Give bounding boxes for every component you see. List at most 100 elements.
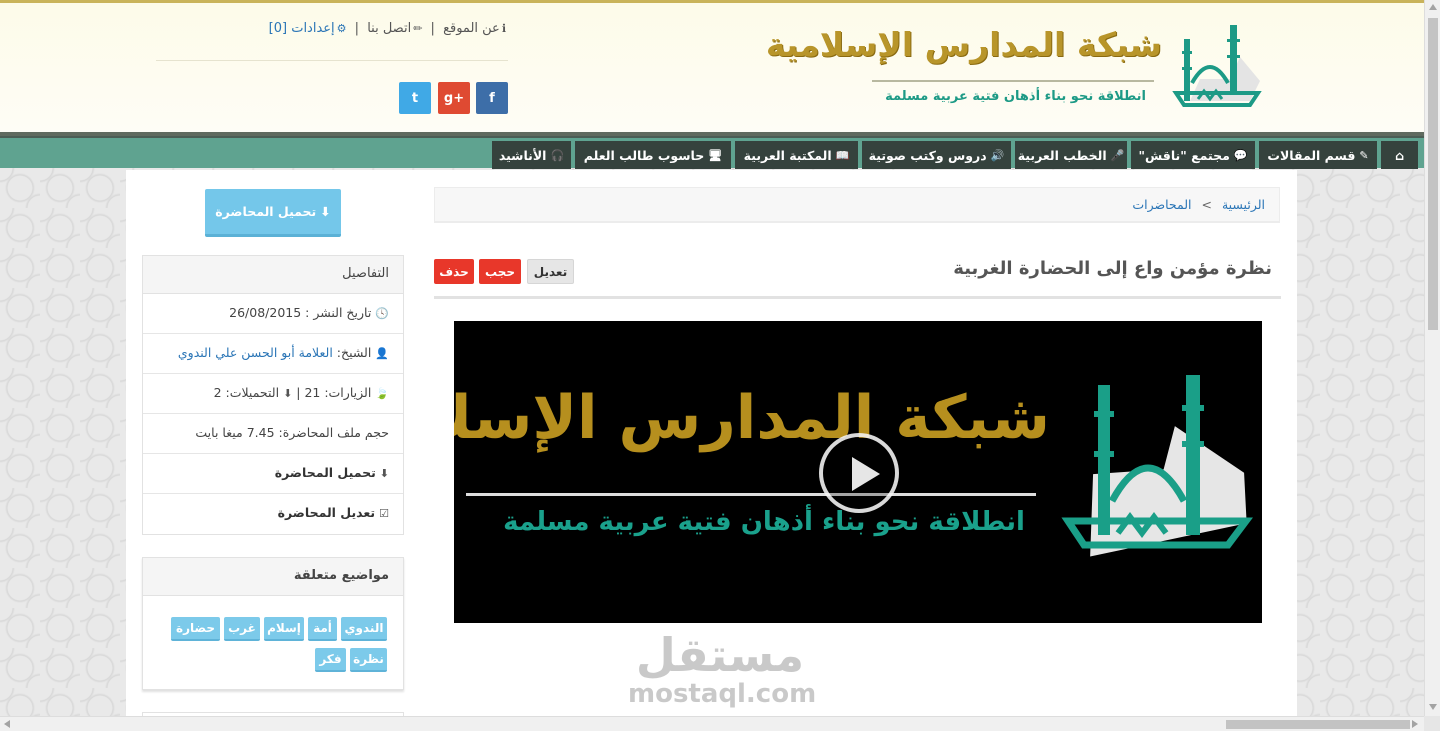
edit-button[interactable]: تعديل xyxy=(527,259,574,284)
breadcrumb-separator: > xyxy=(1201,197,1212,212)
delete-button[interactable]: حذف xyxy=(434,259,474,284)
googleplus-button[interactable]: g+ xyxy=(438,82,470,114)
scroll-up-icon[interactable] xyxy=(1429,4,1437,10)
watermark: مستقل mostaql.com xyxy=(628,628,817,709)
video-logo-icon xyxy=(1061,375,1253,557)
site-header: شبكة المدارس الإسلامية انطلاقة نحو بناء … xyxy=(0,0,1424,136)
tag[interactable]: غرب xyxy=(224,617,260,641)
play-button-icon[interactable] xyxy=(819,433,899,513)
twitter-icon: t xyxy=(411,90,419,106)
edit-lecture-link[interactable]: تعديل المحاضرة xyxy=(278,505,375,520)
tag[interactable]: نظرة xyxy=(350,648,387,672)
vertical-scrollbar[interactable] xyxy=(1424,0,1440,716)
horizontal-scroll-thumb[interactable] xyxy=(1226,720,1410,729)
nav-home[interactable]: ⌂ xyxy=(1381,141,1418,169)
nav-item-label: حاسوب طالب العلم xyxy=(583,147,705,163)
browser-viewport: شبكة المدارس الإسلامية انطلاقة نحو بناء … xyxy=(0,0,1424,716)
download-icon: ⬇ xyxy=(320,204,331,219)
horizontal-scrollbar[interactable] xyxy=(0,716,1424,731)
sheikh-link[interactable]: العلامة أبو الحسن علي الندوي xyxy=(178,345,333,360)
nav-item-student-computer[interactable]: 🖥 حاسوب طالب العلم xyxy=(575,141,731,169)
scroll-right-icon[interactable] xyxy=(1412,720,1418,728)
stats-row: 🍃الزيارات: 21 | ⬇التحميلات: 2 xyxy=(143,374,403,414)
nav-item-community[interactable]: 💬 مجتمع "ناقش" xyxy=(1131,141,1255,169)
settings-link[interactable]: إعدادات [0] xyxy=(269,21,335,36)
nav-item-sermons[interactable]: 🎤 الخطب العربية xyxy=(1015,141,1127,169)
details-panel: التفاصيل 🕓تاريخ النشر : 26/08/2015 👤الشي… xyxy=(142,255,404,535)
user-icon: 👤 xyxy=(375,347,389,360)
nav-item-label: المكتبة العربية xyxy=(743,147,832,163)
facebook-icon: f xyxy=(489,90,495,106)
scroll-left-icon[interactable] xyxy=(4,720,10,728)
breadcrumb-current[interactable]: المحاضرات xyxy=(1132,197,1191,212)
nav-item-library[interactable]: 📖 المكتبة العربية xyxy=(735,141,858,169)
nav-item-audio-lessons[interactable]: 🔊 دروس وكتب صوتية xyxy=(862,141,1011,169)
info-icon: ℹ xyxy=(501,22,506,35)
top-links-separator: | xyxy=(430,21,435,36)
watermark-latin: mostaql.com xyxy=(628,679,817,709)
header-divider xyxy=(156,60,508,61)
sheikh-label: الشيخ: xyxy=(332,345,372,360)
tag[interactable]: فكر xyxy=(315,648,346,672)
top-links: ℹعن الموقع | ✏اتصل بنا | ⚙إعدادات [0] xyxy=(269,21,506,36)
scrollbar-corner xyxy=(1424,716,1440,731)
nav-item-label: الأناشيد xyxy=(498,147,547,163)
tag[interactable]: إسلام xyxy=(264,617,304,641)
details-heading: التفاصيل xyxy=(143,256,403,294)
facebook-button[interactable]: f xyxy=(476,82,508,114)
file-size: حجم ملف المحاضرة: 7.45 ميغا بايت xyxy=(195,425,389,440)
download-icon: ⬇ xyxy=(379,467,389,480)
main-nav: ⌂ ✎ قسم المقالات 💬 مجتمع "ناقش" 🎤 الخطب الع… xyxy=(0,136,1424,169)
nav-item-articles[interactable]: ✎ قسم المقالات xyxy=(1259,141,1377,169)
nav-item-label: قسم المقالات xyxy=(1267,147,1356,163)
home-icon: ⌂ xyxy=(1395,147,1404,163)
hide-button[interactable]: حجب xyxy=(479,259,521,284)
clock-icon: 🕓 xyxy=(375,307,389,320)
nav-item-label: مجتمع "ناقش" xyxy=(1138,147,1230,163)
comments-icon: 💬 xyxy=(1233,148,1248,162)
volume-icon: 🔊 xyxy=(990,148,1005,162)
logo-divider xyxy=(872,80,1154,82)
download-lecture-button[interactable]: ⬇ تحميل المحاضرة xyxy=(205,189,341,237)
breadcrumb-home[interactable]: الرئيسية xyxy=(1222,197,1265,212)
top-links-separator: | xyxy=(354,21,360,36)
tag[interactable]: الندوي xyxy=(341,617,387,641)
nav-item-label: دروس وكتب صوتية xyxy=(868,147,987,163)
site-slogan: انطلاقة نحو بناء أذهان فتية عربية مسلمة xyxy=(885,89,1146,104)
headphones-icon: 🎧 xyxy=(550,148,565,162)
nav-item-label: الخطب العربية xyxy=(1017,147,1107,163)
download-lecture-label: تحميل المحاضرة xyxy=(215,204,317,219)
about-link[interactable]: عن الموقع xyxy=(443,21,500,36)
video-poster-divider xyxy=(466,493,1036,496)
publish-date: تاريخ النشر : 26/08/2015 xyxy=(229,305,372,320)
related-topics-heading: مواضيع متعلقة xyxy=(143,558,403,596)
nav-item-anasheed[interactable]: 🎧 الأناشيد xyxy=(492,141,571,169)
leaf-icon: 🍃 xyxy=(375,387,389,400)
tag[interactable]: حضارة xyxy=(171,617,220,641)
title-divider xyxy=(434,296,1281,299)
twitter-button[interactable]: t xyxy=(399,82,431,114)
site-title[interactable]: شبكة المدارس الإسلامية xyxy=(766,25,1162,64)
watermark-arabic: مستقل xyxy=(635,628,805,682)
filesize-row: حجم ملف المحاضرة: 7.45 ميغا بايت xyxy=(143,414,403,454)
pencil-icon: ✎ xyxy=(1359,148,1369,162)
googleplus-icon: g+ xyxy=(443,90,465,106)
desktop-icon: 🖥 xyxy=(708,148,723,162)
edit-icon: ☑ xyxy=(379,507,389,520)
contact-link[interactable]: اتصل بنا xyxy=(367,21,411,36)
sheikh-row: 👤الشيخ: العلامة أبو الحسن علي الندوي xyxy=(143,334,403,374)
microphone-icon: 🎤 xyxy=(1110,148,1125,162)
tag[interactable]: أمة xyxy=(308,617,337,641)
video-player[interactable]: شبكة المدارس الإسلامية انطلاقة نحو بناء … xyxy=(454,321,1262,623)
page-title: نظرة مؤمن واع إلى الحضارة الغربية xyxy=(953,258,1272,279)
book-icon: 📖 xyxy=(835,148,850,162)
vertical-scroll-thumb[interactable] xyxy=(1428,18,1438,330)
pencil-icon: ✏ xyxy=(413,22,423,35)
download-link[interactable]: تحميل المحاضرة xyxy=(275,465,376,480)
edit-link-row[interactable]: ☑ تعديل المحاضرة xyxy=(143,494,403,534)
downloads-count: التحميلات: 2 xyxy=(213,385,280,400)
download-link-row[interactable]: ⬇تحميل المحاضرة xyxy=(143,454,403,494)
download-circle-icon: ⬇ xyxy=(283,387,293,400)
site-logo-icon[interactable] xyxy=(1170,21,1264,121)
scroll-down-icon[interactable] xyxy=(1429,704,1437,710)
